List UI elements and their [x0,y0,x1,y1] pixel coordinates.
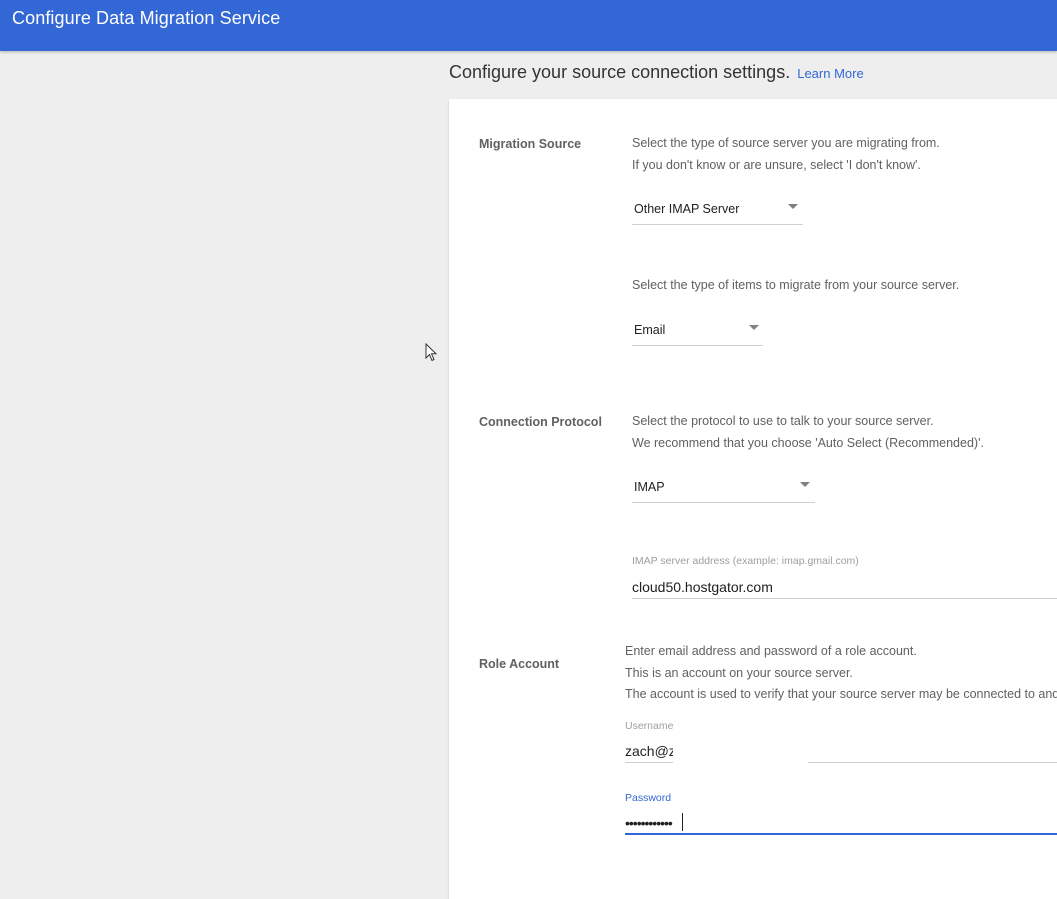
app-header: Configure Data Migration Service [0,0,1057,51]
role-account-desc-line2: This is an account on your source server… [625,665,853,680]
role-account-desc-line1: Enter email address and password of a ro… [625,644,917,658]
caret-down-icon [749,325,759,330]
source-server-type-value: Other IMAP Server [634,202,740,216]
server-address-underline [632,598,1057,599]
username-label: Username [625,720,674,732]
connection-protocol-label: Connection Protocol [479,415,602,429]
migration-items-value: Email [634,323,666,337]
password-input[interactable] [625,813,1045,833]
server-address-label: IMAP server address (example: imap.gmail… [632,555,859,567]
username-underline-right [808,762,1057,763]
protocol-select[interactable]: IMAP [632,472,815,503]
app-title: Configure Data Migration Service [12,8,281,28]
username-underline-left [625,762,673,763]
role-account-description: Enter email address and password of a ro… [625,641,1057,706]
learn-more-link[interactable]: Learn More [797,66,863,81]
text-cursor [682,813,683,831]
password-label: Password [625,792,672,804]
migration-source-description: Select the type of source server you are… [632,133,940,176]
caret-down-icon [788,204,798,209]
page-heading: Configure your source connection setting… [449,62,864,83]
items-description: Select the type of items to migrate from… [632,278,960,292]
connection-protocol-description: Select the protocol to use to talk to yo… [632,411,984,454]
migration-items-select[interactable]: Email [632,315,763,346]
migration-source-label: Migration Source [479,137,582,151]
source-server-type-select[interactable]: Other IMAP Server [632,194,803,225]
password-underline [625,833,1057,835]
settings-card: Migration Source Select the type of sour… [449,99,1057,899]
connection-protocol-desc-line1: Select the protocol to use to talk to yo… [632,414,934,428]
server-address-input[interactable] [632,577,1052,597]
page-heading-text: Configure your source connection setting… [449,62,791,82]
protocol-value: IMAP [634,480,665,494]
role-account-label: Role Account [479,657,560,671]
caret-down-icon [800,482,810,487]
username-redaction [673,719,808,764]
role-account-desc-line3: The account is used to verify that your … [625,687,1057,701]
migration-source-desc-line2: If you don't know or are unsure, select … [632,157,921,172]
mouse-pointer-icon [425,343,438,362]
connection-protocol-desc-line2: We recommend that you choose 'Auto Selec… [632,435,984,450]
migration-source-desc-line1: Select the type of source server you are… [632,136,940,150]
